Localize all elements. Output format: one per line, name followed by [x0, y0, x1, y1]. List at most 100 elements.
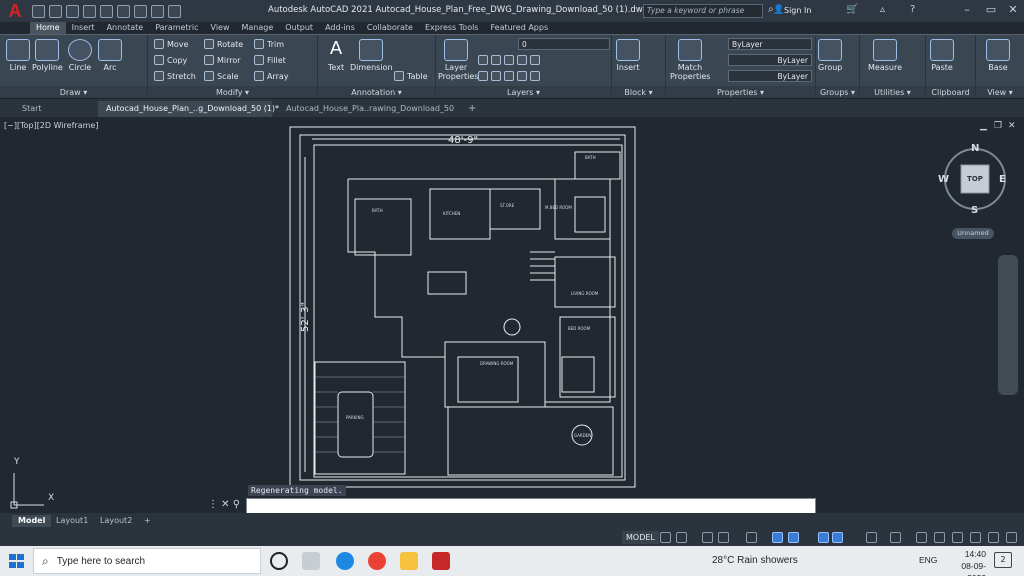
tab-output[interactable]: Output	[279, 22, 319, 34]
save-as-icon[interactable]	[83, 4, 96, 18]
taskbar-search-box[interactable]: ⌕ Type here to search	[33, 548, 261, 574]
polar-toggle-icon[interactable]	[718, 532, 729, 543]
isodraft-toggle-icon[interactable]	[746, 532, 757, 543]
match-properties-tool[interactable]: Match Properties	[670, 39, 710, 81]
mirror-tool[interactable]: Mirror	[204, 55, 241, 65]
base-view-tool[interactable]: Base	[986, 39, 1010, 72]
circle-tool[interactable]: Circle	[68, 39, 92, 72]
file-explorer-icon[interactable]	[400, 552, 418, 570]
line-tool[interactable]: Line	[6, 39, 30, 72]
tab-layout1[interactable]: Layout1	[50, 515, 94, 527]
autocad-taskbar-icon[interactable]	[432, 552, 450, 570]
new-file-icon[interactable]	[32, 4, 45, 18]
undo-icon[interactable]	[134, 4, 147, 18]
ucs-dropdown[interactable]: Unnamed	[952, 228, 994, 239]
text-tool[interactable]: A Text	[324, 39, 348, 73]
linetype-dropdown[interactable]: ByLayer	[728, 54, 812, 66]
redo-icon[interactable]	[151, 4, 164, 18]
rotate-tool[interactable]: Rotate	[204, 39, 243, 49]
model-space-button[interactable]: MODEL	[622, 531, 659, 544]
scale-tool[interactable]: Scale	[204, 71, 239, 81]
stretch-tool[interactable]: Stretch	[154, 71, 196, 81]
help-search-input[interactable]: Type a keyword or phrase	[643, 4, 763, 18]
drawing-viewport[interactable]: [−][Top][2D Wireframe] ▁ ❐ ✕ BATH KITCHE…	[0, 117, 1024, 514]
windows-start-icon[interactable]	[0, 546, 32, 576]
tab-start[interactable]: Start	[14, 101, 50, 117]
tab-collaborate[interactable]: Collaborate	[361, 22, 419, 34]
insert-tool[interactable]: Insert	[616, 39, 640, 72]
tab-manage[interactable]: Manage	[236, 22, 280, 34]
system-clock[interactable]: 14:40 08-09-2022	[950, 548, 986, 576]
tab-model[interactable]: Model	[12, 515, 52, 527]
tab-insert[interactable]: Insert	[66, 22, 101, 34]
copy-tool[interactable]: Copy	[154, 55, 187, 65]
tab-express-tools[interactable]: Express Tools	[419, 22, 485, 34]
array-tool[interactable]: Array	[254, 71, 289, 81]
cloud-icon[interactable]	[100, 4, 113, 18]
share-icon[interactable]	[168, 4, 181, 18]
layer-tools-row2[interactable]	[478, 71, 543, 81]
fullscreen-icon[interactable]	[988, 532, 999, 543]
quick-properties-icon[interactable]	[952, 532, 963, 543]
new-tab-button[interactable]: +	[460, 101, 484, 117]
viewcube-top-label[interactable]: TOP	[967, 175, 983, 183]
viewcube-south[interactable]: S	[971, 205, 978, 216]
move-tool[interactable]: Move	[154, 39, 188, 49]
layer-tools-row1[interactable]	[478, 55, 543, 65]
tab-file-1[interactable]: Autocad_House_Plan_..g_Download_50 (1)*	[98, 101, 279, 117]
layer-dropdown[interactable]: 0	[518, 38, 610, 50]
grid-toggle-icon[interactable]	[660, 532, 671, 543]
navigation-bar[interactable]	[998, 255, 1018, 395]
viewcube-north[interactable]: N	[971, 143, 979, 154]
units-icon[interactable]	[934, 532, 945, 543]
tab-file-2[interactable]: Autocad_House_Pla..rawing_Download_50	[278, 101, 462, 117]
tab-annotate[interactable]: Annotate	[101, 22, 150, 34]
table-tool[interactable]: Table	[394, 71, 428, 81]
tab-home[interactable]: Home	[30, 22, 66, 34]
measure-tool[interactable]: Measure	[868, 39, 902, 72]
command-line-input[interactable]	[246, 498, 816, 514]
task-view-icon[interactable]	[302, 552, 320, 570]
save-icon[interactable]	[66, 4, 79, 18]
maximize-icon[interactable]: ▭	[984, 3, 998, 17]
annotation-monitor-icon[interactable]	[916, 532, 927, 543]
color-dropdown[interactable]: ByLayer	[728, 38, 812, 50]
notification-center-icon[interactable]: 2	[994, 552, 1012, 568]
minimize-icon[interactable]: –	[960, 3, 974, 17]
lineweight-dropdown[interactable]: ByLayer	[728, 70, 812, 82]
tab-add-ins[interactable]: Add-ins	[319, 22, 361, 34]
command-line-controls[interactable]: ⋮ ✕ ⚲	[208, 499, 240, 510]
layer-properties-tool[interactable]: Layer Properties	[438, 39, 478, 81]
paste-tool[interactable]: Paste	[930, 39, 954, 72]
auto-scale-icon[interactable]	[832, 532, 843, 543]
tab-view[interactable]: View	[205, 22, 236, 34]
otrack-toggle-icon[interactable]	[788, 532, 799, 543]
group-tool[interactable]: Group	[818, 39, 842, 72]
autocad-logo-icon[interactable]: A	[0, 0, 30, 22]
annotation-visibility-icon[interactable]	[818, 532, 829, 543]
add-layout-button[interactable]: +	[138, 515, 157, 527]
dimension-tool[interactable]: Dimension	[350, 39, 393, 72]
viewcube-east[interactable]: E	[999, 174, 1006, 185]
close-icon[interactable]: ✕	[1006, 3, 1020, 17]
tab-featured-apps[interactable]: Featured Apps	[484, 22, 554, 34]
autodesk-app-icon[interactable]: ▵	[880, 4, 885, 15]
sign-in-button[interactable]: Sign In	[784, 6, 811, 15]
osnap-toggle-icon[interactable]	[772, 532, 783, 543]
cortana-icon[interactable]	[270, 552, 288, 570]
ortho-toggle-icon[interactable]	[702, 532, 713, 543]
print-icon[interactable]	[117, 4, 130, 18]
polyline-tool[interactable]: Polyline	[32, 39, 63, 72]
workspace-gear-icon[interactable]	[890, 532, 901, 543]
customize-menu-icon[interactable]	[1006, 532, 1017, 543]
cart-icon[interactable]: 🛒	[846, 4, 858, 15]
fillet-tool[interactable]: Fillet	[254, 55, 286, 65]
arc-tool[interactable]: Arc	[98, 39, 122, 72]
viewcube-west[interactable]: W	[938, 174, 949, 185]
edge-browser-icon[interactable]	[336, 552, 354, 570]
trim-tool[interactable]: Trim	[254, 39, 284, 49]
snap-toggle-icon[interactable]	[676, 532, 687, 543]
weather-widget[interactable]: 28°C Rain showers	[712, 555, 798, 566]
tab-parametric[interactable]: Parametric	[149, 22, 204, 34]
help-icon[interactable]: ?	[910, 4, 915, 15]
